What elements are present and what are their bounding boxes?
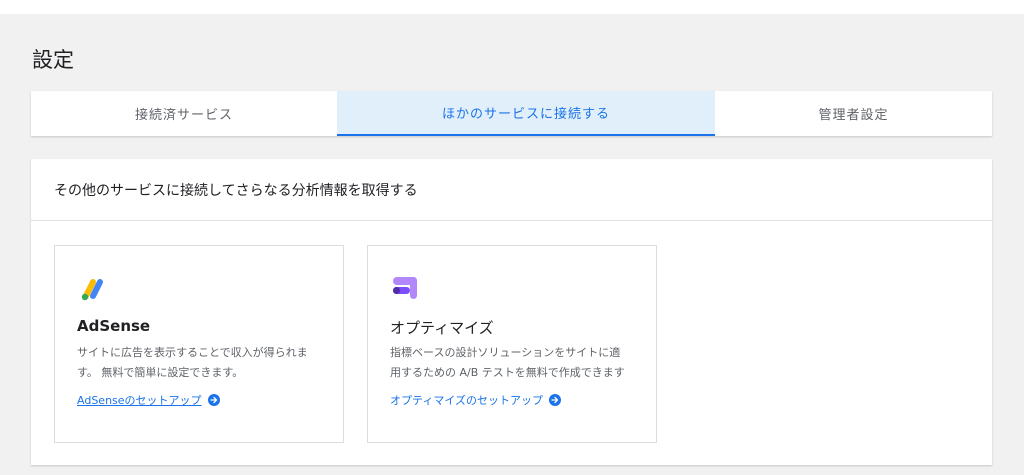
card-description: サイトに広告を表示することで収入が得られま す。 無料で簡単に設定できます。 xyxy=(77,343,327,383)
arrow-right-icon xyxy=(207,394,220,406)
adsense-card: AdSense サイトに広告を表示することで収入が得られま す。 無料で簡単に設… xyxy=(54,245,344,443)
optimize-card: オプティマイズ 指標ベースの設計ソリューションをサイトに適 用するための A/B… xyxy=(367,245,657,443)
card-title: AdSense xyxy=(77,317,151,335)
tab-admin-settings[interactable]: 管理者設定 xyxy=(715,91,992,136)
top-bar xyxy=(0,0,1024,14)
optimize-setup-link[interactable]: オプティマイズのセットアップ xyxy=(390,392,562,408)
adsense-setup-link[interactable]: AdSenseのセットアップ xyxy=(77,392,220,408)
card-description: 指標ベースの設計ソリューションをサイトに適 用するための A/B テストを無料で… xyxy=(390,343,640,383)
card-description-line: す。 無料で簡単に設定できます。 xyxy=(77,366,244,379)
card-description-line: 用するための A/B テストを無料で作成できます xyxy=(390,366,625,379)
card-description-line: 指標ベースの設計ソリューションをサイトに適 xyxy=(390,346,621,359)
settings-tabs: 接続済サービス ほかのサービスに接続する 管理者設定 xyxy=(31,91,992,136)
tab-connected-services[interactable]: 接続済サービス xyxy=(31,91,337,136)
setup-link-label: オプティマイズのセットアップ xyxy=(390,394,544,407)
optimize-icon xyxy=(390,272,424,306)
arrow-right-icon xyxy=(549,394,562,406)
adsense-icon xyxy=(77,272,111,306)
card-title: オプティマイズ xyxy=(390,319,494,337)
card-description-line: サイトに広告を表示することで収入が得られま xyxy=(77,346,308,359)
page-title: 設定 xyxy=(32,48,74,72)
services-panel: その他のサービスに接続してさらなる分析情報を取得する AdSense サイトに広… xyxy=(31,159,992,465)
panel-header: その他のサービスに接続してさらなる分析情報を取得する xyxy=(31,159,992,221)
tab-connect-other-services[interactable]: ほかのサービスに接続する xyxy=(337,91,715,136)
setup-link-label: AdSenseのセットアップ xyxy=(77,394,202,407)
